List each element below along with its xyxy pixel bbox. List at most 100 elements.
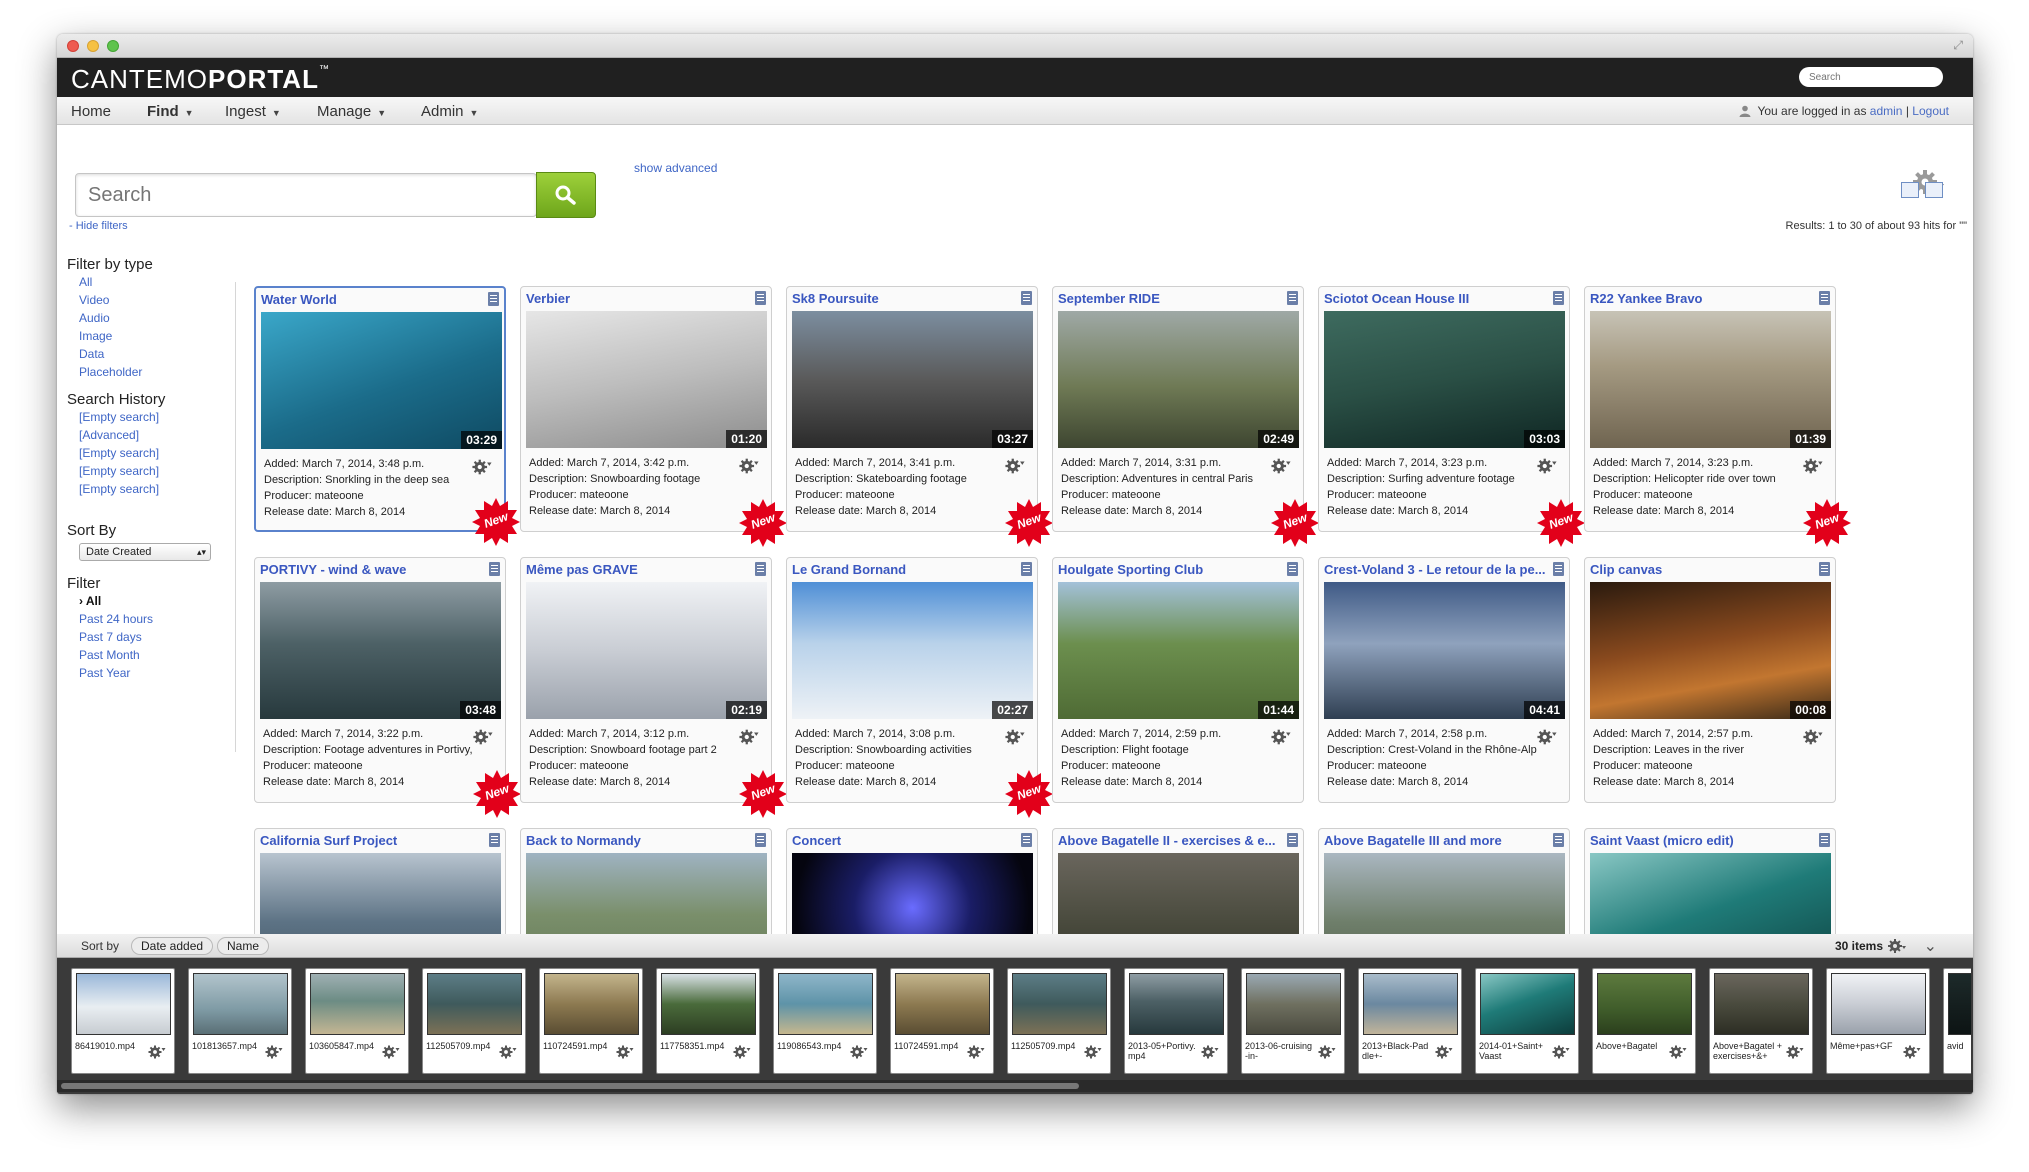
tray-thumbnail[interactable]	[1246, 973, 1341, 1035]
document-icon[interactable]	[1287, 833, 1298, 847]
search-history-link-4[interactable]: [Empty search]	[79, 480, 227, 498]
document-icon[interactable]	[1287, 291, 1298, 305]
filter-type-link-2[interactable]: Audio	[79, 309, 227, 327]
date-filter-link-2[interactable]: Past 7 days	[79, 628, 227, 646]
asset-gear-icon[interactable]	[470, 458, 494, 476]
sort-date-added-button[interactable]: Date added	[131, 937, 214, 955]
filter-type-link-1[interactable]: Video	[79, 291, 227, 309]
asset-thumbnail[interactable]: 01:20	[526, 311, 767, 448]
tray-item-gear-icon[interactable]	[1199, 1044, 1221, 1060]
filter-type-link-0[interactable]: All	[79, 273, 227, 291]
document-icon[interactable]	[1021, 833, 1032, 847]
tray-item-gear-icon[interactable]	[614, 1044, 636, 1060]
nav-item-home[interactable]: Home	[71, 103, 111, 120]
nav-item-find[interactable]: Find ▼	[147, 103, 194, 120]
document-icon[interactable]	[489, 562, 500, 576]
document-icon[interactable]	[1287, 562, 1298, 576]
tray-item-gear-icon[interactable]	[497, 1044, 519, 1060]
document-icon[interactable]	[1021, 562, 1032, 576]
tray-item[interactable]: 2013+Black-Paddle+-	[1358, 968, 1462, 1074]
collapse-chevron-icon[interactable]: ⌄	[1924, 936, 1937, 956]
asset-title[interactable]: Même pas GRAVE	[526, 562, 751, 577]
tray-thumbnail[interactable]	[193, 973, 288, 1035]
asset-thumbnail[interactable]: 00:08	[1590, 582, 1831, 719]
tray-item[interactable]: Above+Bagatel +exercises+&+	[1709, 968, 1813, 1074]
logout-link[interactable]: Logout	[1912, 104, 1949, 118]
asset-gear-icon[interactable]	[471, 728, 495, 746]
tray-thumbnail[interactable]	[544, 973, 639, 1035]
asset-card[interactable]: Sciotot Ocean House III 03:03 Added: Mar…	[1318, 286, 1585, 547]
nav-item-admin[interactable]: Admin ▼	[421, 103, 478, 120]
asset-thumbnail[interactable]: 02:49	[1058, 311, 1299, 448]
asset-title[interactable]: Above Bagatelle III and more	[1324, 833, 1549, 848]
asset-title[interactable]: Concert	[792, 833, 1017, 848]
tray-thumbnail[interactable]	[661, 973, 756, 1035]
search-input[interactable]	[76, 174, 536, 216]
tray-item-gear-icon[interactable]	[731, 1044, 753, 1060]
document-icon[interactable]	[1553, 833, 1564, 847]
document-icon[interactable]	[755, 291, 766, 305]
tray-item-gear-icon[interactable]	[380, 1044, 402, 1060]
tray-item[interactable]: 112505709.mp4	[422, 968, 526, 1074]
asset-title[interactable]: Le Grand Bornand	[792, 562, 1017, 577]
tray-thumbnail[interactable]	[1363, 973, 1458, 1035]
tray-item[interactable]: 103605847.mp4	[305, 968, 409, 1074]
asset-title[interactable]: Water World	[261, 292, 486, 307]
tray-item[interactable]: 110724591.mp4	[890, 968, 994, 1074]
asset-thumbnail[interactable]: 03:48	[260, 582, 501, 719]
tray-item-gear-icon[interactable]	[1082, 1044, 1104, 1060]
document-icon[interactable]	[1819, 291, 1830, 305]
tray-item[interactable]: 117758351.mp4	[656, 968, 760, 1074]
sort-name-button[interactable]: Name	[217, 937, 270, 955]
fullscreen-icon[interactable]: ⤢	[1953, 38, 1963, 53]
asset-gear-icon[interactable]	[737, 457, 761, 475]
document-icon[interactable]	[1553, 291, 1564, 305]
asset-title[interactable]: Sciotot Ocean House III	[1324, 291, 1549, 306]
tray-thumbnail[interactable]	[1480, 973, 1575, 1035]
tray-item-gear-icon[interactable]	[146, 1044, 168, 1060]
asset-gear-icon[interactable]	[1801, 457, 1825, 475]
asset-thumbnail[interactable]: 01:44	[1058, 582, 1299, 719]
zoom-window-button[interactable]	[107, 40, 119, 52]
tray-thumbnail[interactable]	[1129, 973, 1224, 1035]
tray-item[interactable]: 2013-05+Portivy.mp4	[1124, 968, 1228, 1074]
tray-thumbnail[interactable]	[427, 973, 522, 1035]
document-icon[interactable]	[1819, 562, 1830, 576]
logo[interactable]: CANTEMOPORTAL™	[71, 64, 330, 95]
tray-thumbnail[interactable]	[1012, 973, 1107, 1035]
asset-card[interactable]: Verbier 01:20 Added: March 7, 2014, 3:42…	[520, 286, 787, 547]
asset-title[interactable]: Above Bagatelle II - exercises & e...	[1058, 833, 1283, 848]
asset-title[interactable]: Back to Normandy	[526, 833, 751, 848]
asset-title[interactable]: California Surf Project	[260, 833, 485, 848]
tray-thumbnail[interactable]	[76, 973, 171, 1035]
asset-gear-icon[interactable]	[1269, 457, 1293, 475]
asset-card[interactable]: PORTIVY - wind & wave 03:48 Added: March…	[254, 557, 521, 818]
tray-thumbnail[interactable]	[1948, 973, 1971, 1035]
show-advanced-link[interactable]: show advanced	[634, 161, 717, 175]
hide-filters-link[interactable]: - Hide filters	[69, 220, 128, 232]
tray-item[interactable]: 86419010.mp4	[71, 968, 175, 1074]
date-filter-link-0[interactable]: › All	[79, 592, 227, 610]
asset-title[interactable]: September RIDE	[1058, 291, 1283, 306]
asset-title[interactable]: Saint Vaast (micro edit)	[1590, 833, 1815, 848]
filter-type-link-5[interactable]: Placeholder	[79, 363, 227, 381]
search-history-link-3[interactable]: [Empty search]	[79, 462, 227, 480]
asset-thumbnail[interactable]: 02:19	[526, 582, 767, 719]
nav-item-ingest[interactable]: Ingest ▼	[225, 103, 281, 120]
scrollbar-thumb[interactable]	[61, 1083, 1079, 1089]
tray-gear-icon[interactable]	[1887, 937, 1907, 955]
asset-card[interactable]: Clip canvas 00:08 Added: March 7, 2014, …	[1584, 557, 1836, 803]
tray-thumbnail[interactable]	[1597, 973, 1692, 1035]
document-icon[interactable]	[1553, 562, 1564, 576]
asset-title[interactable]: R22 Yankee Bravo	[1590, 291, 1815, 306]
asset-gear-icon[interactable]	[1535, 457, 1559, 475]
tray-thumbnail[interactable]	[310, 973, 405, 1035]
tray-item-gear-icon[interactable]	[1667, 1044, 1689, 1060]
asset-card[interactable]: Le Grand Bornand 02:27 Added: March 7, 2…	[786, 557, 1053, 818]
asset-gear-icon[interactable]	[1269, 728, 1293, 746]
document-icon[interactable]	[1819, 833, 1830, 847]
asset-gear-icon[interactable]	[737, 728, 761, 746]
tray-item[interactable]: 119086543.mp4	[773, 968, 877, 1074]
document-icon[interactable]	[488, 292, 499, 306]
asset-gear-icon[interactable]	[1801, 728, 1825, 746]
